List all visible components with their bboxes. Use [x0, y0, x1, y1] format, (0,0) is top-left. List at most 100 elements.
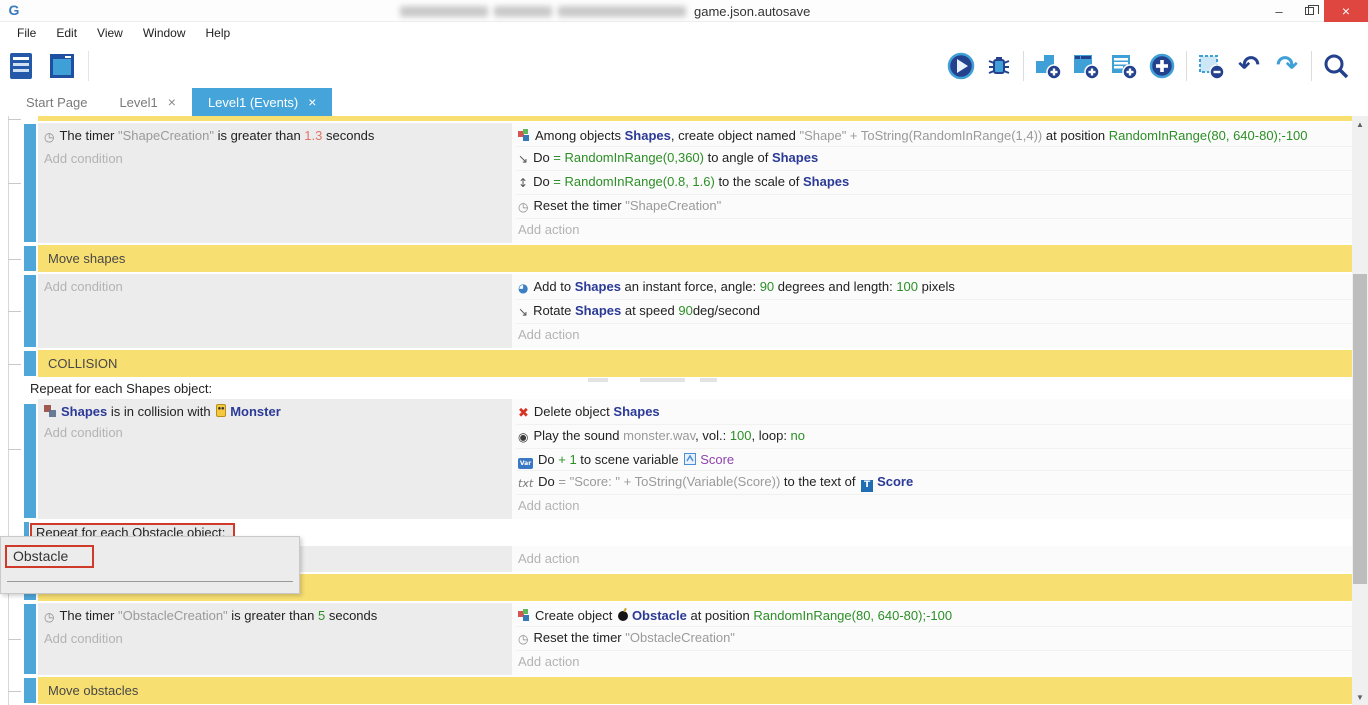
- event-drag-bar[interactable]: [24, 351, 36, 376]
- scene-variable-icon: [684, 453, 696, 465]
- add-condition-button[interactable]: Add condition: [42, 628, 512, 649]
- add-action-button[interactable]: Add action: [516, 495, 1352, 516]
- scene-editor-icon[interactable]: [48, 51, 78, 81]
- action-line[interactable]: ◕Add to Shapes an instant force, angle: …: [516, 276, 1352, 300]
- repeat-header[interactable]: Repeat for each Shapes object:: [28, 379, 1352, 399]
- add-action-button[interactable]: Add action: [516, 324, 1352, 345]
- title-bar: G game.json.autosave – ×: [0, 0, 1368, 22]
- tree-tick: [8, 364, 21, 365]
- event-drag-bar[interactable]: [24, 246, 36, 271]
- add-condition-button[interactable]: Add condition: [42, 276, 512, 297]
- tree-tick: [8, 119, 21, 120]
- play-icon[interactable]: [946, 51, 976, 81]
- delete-icon: ✖: [518, 403, 529, 424]
- menu-file[interactable]: File: [8, 24, 45, 42]
- event-block: ◷The timer "ShapeCreation" is greater th…: [0, 123, 1352, 243]
- action-line[interactable]: ↘Rotate Shapes at speed 90deg/second: [516, 300, 1352, 324]
- menu-window[interactable]: Window: [134, 24, 195, 42]
- event-block: [0, 116, 1352, 121]
- redo-icon[interactable]: ↷: [1272, 51, 1302, 81]
- text-icon: txt: [518, 473, 533, 494]
- event-block: COLLISION: [0, 350, 1352, 377]
- event-sheet: ◷The timer "ShapeCreation" is greater th…: [0, 116, 1368, 705]
- actions-cell: ✖Delete object Shapes◉Play the sound mon…: [512, 399, 1352, 519]
- timer-icon: ◷: [518, 629, 528, 650]
- obstacle-icon: [618, 611, 628, 621]
- vertical-scrollbar[interactable]: ▲ ▼: [1352, 116, 1368, 705]
- project-manager-icon[interactable]: [8, 51, 38, 81]
- event-drag-bar[interactable]: [24, 275, 36, 347]
- event-row: ◷The timer "ObstacleCreation" is greater…: [38, 603, 1352, 675]
- variable-icon: Var: [518, 458, 533, 469]
- scroll-up-icon[interactable]: ▲: [1352, 116, 1368, 132]
- create-object-icon: [518, 129, 530, 141]
- event-drag-bar[interactable]: [24, 604, 36, 674]
- scrollbar-thumb[interactable]: [1353, 274, 1367, 584]
- action-line[interactable]: txtDo = "Score: " + ToString(Variable(Sc…: [516, 471, 1352, 495]
- action-line[interactable]: VarDo + 1 to scene variable Score: [516, 449, 1352, 471]
- restore-button[interactable]: [1294, 0, 1324, 22]
- action-line[interactable]: ◷Reset the timer "ObstacleCreation": [516, 627, 1352, 651]
- add-condition-button[interactable]: Add condition: [42, 422, 512, 443]
- event-block: Add condition◕Add to Shapes an instant f…: [0, 274, 1352, 348]
- timer-icon: ◷: [44, 607, 54, 628]
- minimize-button[interactable]: –: [1264, 0, 1294, 22]
- tab-bar: Start PageLevel1×Level1 (Events)×: [0, 88, 1368, 116]
- close-button[interactable]: ×: [1324, 0, 1368, 22]
- comment-row[interactable]: Move shapes: [38, 245, 1352, 272]
- tree-tick: [8, 259, 21, 260]
- event-drag-bar[interactable]: [24, 124, 36, 242]
- add-subevent-icon[interactable]: [1071, 51, 1101, 81]
- actions-cell: Create object Obstacle at position Rando…: [512, 603, 1352, 675]
- action-line[interactable]: ↕Do = RandomInRange(0.8, 1.6) to the sca…: [516, 171, 1352, 195]
- action-line[interactable]: ↘Do = RandomInRange(0,360) to angle of S…: [516, 147, 1352, 171]
- menu-view[interactable]: View: [88, 24, 132, 42]
- action-line[interactable]: Create object Obstacle at position Rando…: [516, 605, 1352, 627]
- add-action-button[interactable]: Add action: [516, 548, 1352, 569]
- event-block: Move obstacles: [0, 677, 1352, 704]
- tab-level1-events-[interactable]: Level1 (Events)×: [192, 88, 333, 116]
- menu-edit[interactable]: Edit: [47, 24, 86, 42]
- create-object-icon: [518, 609, 530, 621]
- rotate-icon: ↘: [518, 302, 528, 323]
- undo-icon[interactable]: ↶: [1234, 51, 1264, 81]
- event-drag-bar[interactable]: [24, 404, 36, 518]
- text-object-icon: T: [861, 480, 873, 492]
- debug-icon[interactable]: [984, 51, 1014, 81]
- remove-event-icon[interactable]: [1196, 51, 1226, 81]
- comment-row[interactable]: COLLISION: [38, 350, 1352, 377]
- shapes-icon: [44, 405, 56, 417]
- action-line[interactable]: Among objects Shapes, create object name…: [516, 125, 1352, 147]
- conditions-cell: Shapes is in collision with MonsterAdd c…: [38, 399, 512, 519]
- timer-icon: ◷: [44, 127, 54, 148]
- tab-start-page[interactable]: Start Page: [10, 88, 103, 116]
- tab-close-icon[interactable]: ×: [308, 94, 316, 110]
- event-block: Repeat for each Shapes object:Shapes is …: [0, 379, 1352, 519]
- condition-line[interactable]: ◷The timer "ObstacleCreation" is greater…: [42, 605, 512, 628]
- condition-line[interactable]: ◷The timer "ShapeCreation" is greater th…: [42, 125, 512, 148]
- action-line[interactable]: ◷Reset the timer "ShapeCreation": [516, 195, 1352, 219]
- scale-icon: ↕: [518, 173, 528, 194]
- add-action-button[interactable]: Add action: [516, 219, 1352, 240]
- add-action-button[interactable]: Add action: [516, 651, 1352, 672]
- redacted-path: [494, 6, 552, 17]
- action-line[interactable]: ◉Play the sound monster.wav, vol.: 100, …: [516, 425, 1352, 449]
- menu-help[interactable]: Help: [197, 24, 240, 42]
- add-comment-icon[interactable]: [1109, 51, 1139, 81]
- menu-bar: FileEditViewWindowHelp: [0, 22, 1368, 44]
- search-icon[interactable]: [1321, 51, 1351, 81]
- tab-close-icon[interactable]: ×: [168, 94, 176, 110]
- scroll-down-icon[interactable]: ▼: [1352, 689, 1368, 705]
- add-condition-button[interactable]: Add condition: [42, 148, 512, 169]
- comment-sliver[interactable]: [38, 116, 1352, 121]
- tab-level1[interactable]: Level1×: [103, 88, 192, 116]
- action-line[interactable]: ✖Delete object Shapes: [516, 401, 1352, 425]
- condition-line[interactable]: Shapes is in collision with Monster: [42, 401, 512, 422]
- object-name-field[interactable]: Obstacle: [5, 545, 94, 568]
- comment-row[interactable]: Move obstacles: [38, 677, 1352, 704]
- restore-icon: [1305, 7, 1314, 15]
- add-circle-icon[interactable]: [1147, 51, 1177, 81]
- object-name-popover: Obstacle: [0, 536, 300, 594]
- event-drag-bar[interactable]: [24, 678, 36, 703]
- add-event-icon[interactable]: [1033, 51, 1063, 81]
